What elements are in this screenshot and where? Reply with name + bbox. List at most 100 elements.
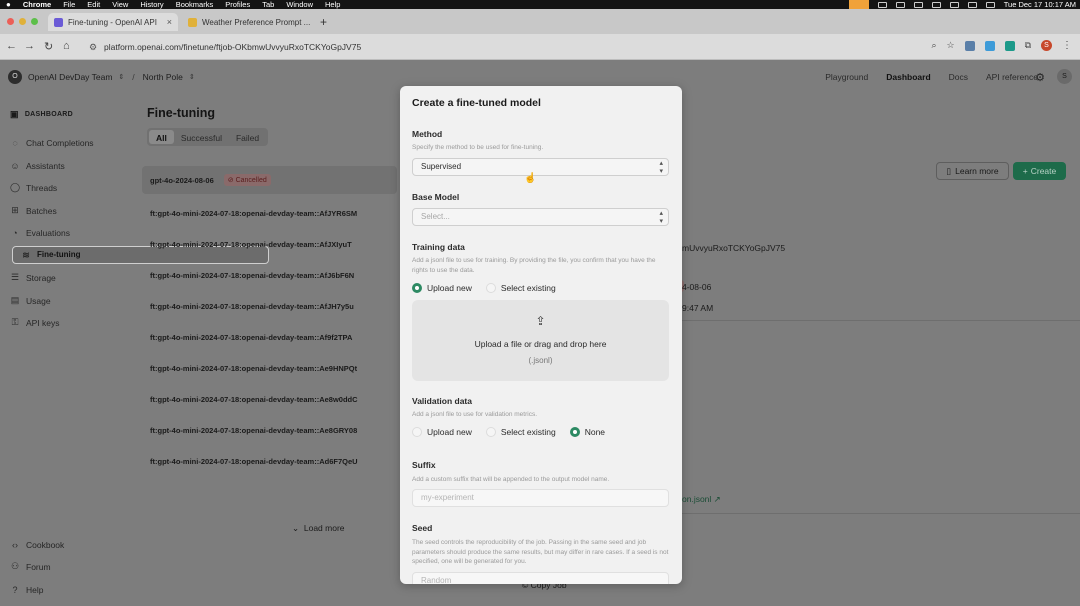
puzzle-icon[interactable]: ⧉	[1025, 40, 1031, 51]
close-tab-icon[interactable]: ×	[167, 17, 172, 27]
radio-unselected	[412, 427, 422, 437]
menu-file[interactable]: File	[63, 0, 75, 9]
job-row[interactable]: ft:gpt-4o-mini-2024-07-18:openai-devday-…	[142, 415, 397, 446]
extension-icon[interactable]	[1004, 40, 1015, 51]
menu-tab[interactable]: Tab	[262, 0, 274, 9]
settings-gear-icon[interactable]: ⚙	[1035, 71, 1045, 84]
breadcrumb-separator: /	[132, 72, 135, 82]
nav-docs[interactable]: Docs	[949, 72, 968, 82]
close-window-icon[interactable]	[7, 18, 14, 25]
new-tab-icon[interactable]: +	[320, 15, 327, 29]
menu-window[interactable]: Window	[286, 0, 313, 9]
sidebar-item-forum[interactable]: ⚇ Forum	[4, 557, 124, 576]
status-icon[interactable]	[895, 1, 905, 8]
method-select[interactable]: Supervised ▴ ▾	[412, 158, 669, 176]
sidebar-item-evaluations[interactable]: ◔ Evaluations	[4, 223, 124, 242]
job-row[interactable]: ft:gpt-4o-mini-2024-07-18:openai-devday-…	[142, 353, 397, 384]
sidebar-item-usage[interactable]: ▤ Usage	[4, 291, 124, 310]
base-model-select[interactable]: Select... ▴ ▾	[412, 208, 669, 226]
status-icon[interactable]	[913, 1, 923, 8]
back-icon[interactable]: ←	[6, 40, 17, 52]
suffix-help: Add a custom suffix that will be appende…	[412, 476, 610, 483]
more-icon[interactable]: ⋮	[1062, 40, 1072, 51]
filter-successful[interactable]: Successful	[174, 130, 229, 144]
page-title: Fine-tuning	[147, 106, 216, 120]
sidebar-item-threads[interactable]: ◯ Threads	[4, 178, 124, 197]
sidebar-item-label: Threads	[26, 182, 58, 193]
bookmark-star-icon[interactable]: ☆	[946, 40, 954, 51]
tab-fine-tuning[interactable]: Fine-tuning - OpenAI API ×	[48, 13, 178, 31]
dropzone-text: Upload a file or drag and drop here	[474, 339, 607, 349]
job-row[interactable]: ft:gpt-4o-mini-2024-07-18:openai-devday-…	[142, 229, 397, 260]
menu-view[interactable]: View	[112, 0, 128, 9]
reload-icon[interactable]: ↻	[44, 40, 53, 53]
home-icon[interactable]: ⌂	[63, 40, 70, 52]
job-row[interactable]: ft:gpt-4o-mini-2024-07-18:openai-devday-…	[142, 260, 397, 291]
project-name[interactable]: North Pole	[143, 72, 183, 82]
sidebar-item-batches[interactable]: ⊞ Batches	[4, 201, 124, 220]
job-row[interactable]: ft:gpt-4o-mini-2024-07-18:openai-devday-…	[142, 384, 397, 415]
sidebar-item-api-keys[interactable]: ⚿ API keys	[4, 313, 124, 332]
extension-icon[interactable]	[984, 40, 995, 51]
training-file-dropzone[interactable]: ⇪ Upload a file or drag and drop here (.…	[412, 300, 669, 381]
menu-help[interactable]: Help	[325, 0, 340, 9]
search-icon[interactable]	[985, 1, 995, 8]
apple-menu-icon[interactable]: ●	[6, 0, 11, 9]
zoom-icon[interactable]: ⌕	[931, 40, 936, 51]
minimize-window-icon[interactable]	[19, 18, 26, 25]
divider	[682, 513, 1080, 514]
site-settings-icon[interactable]: ⚙	[89, 38, 97, 56]
status-icon[interactable]	[931, 1, 941, 8]
job-row[interactable]: ft:gpt-4o-mini-2024-07-18:openai-devday-…	[142, 446, 397, 477]
training-upload-new-radio[interactable]: Upload new	[412, 283, 472, 293]
wifi-icon[interactable]	[967, 1, 977, 8]
learn-more-button[interactable]: ▯ Learn more	[936, 162, 1009, 180]
job-row[interactable]: ft:gpt-4o-mini-2024-07-18:openai-devday-…	[142, 198, 397, 229]
select-arrows-icon: ▴ ▾	[659, 160, 663, 175]
org-switcher[interactable]: O OpenAI DevDay Team ⇕ / North Pole ⇕	[8, 70, 195, 84]
validation-none-radio[interactable]: None	[569, 427, 605, 437]
sidebar-item-assistants[interactable]: ☺ Assistants	[4, 156, 124, 175]
zoom-window-icon[interactable]	[31, 18, 38, 25]
menu-bookmarks[interactable]: Bookmarks	[176, 0, 214, 9]
validation-select-existing-radio[interactable]: Select existing	[485, 427, 556, 437]
job-name: gpt-4o-2024-08-06	[150, 175, 214, 185]
base-model-label: Base Model	[412, 192, 460, 202]
nav-playground[interactable]: Playground	[825, 72, 868, 82]
user-avatar[interactable]: S	[1057, 69, 1072, 84]
status-icon[interactable]	[949, 1, 959, 8]
load-more-button[interactable]: ⌄ Load more	[292, 523, 345, 534]
sidebar-item-cookbook[interactable]: ‹› Cookbook	[4, 535, 124, 554]
create-button[interactable]: + Create	[1013, 162, 1066, 180]
seed-input[interactable]: Random	[412, 572, 669, 584]
menu-chrome[interactable]: Chrome	[23, 0, 51, 9]
training-select-existing-radio[interactable]: Select existing	[485, 283, 556, 293]
sidebar-item-help[interactable]: ? Help	[4, 580, 124, 599]
clock[interactable]: Tue Dec 17 10:17 AM	[1004, 0, 1076, 9]
batches-icon: ⊞	[11, 205, 19, 215]
menu-profiles[interactable]: Profiles	[225, 0, 250, 9]
profile-avatar[interactable]: S	[1041, 40, 1052, 51]
nav-api-reference[interactable]: API reference	[986, 72, 1038, 82]
recording-indicator-icon[interactable]	[848, 0, 869, 9]
job-row[interactable]: ft:gpt-4o-mini-2024-07-18:openai-devday-…	[142, 291, 397, 322]
status-icon[interactable]	[877, 1, 887, 8]
sidebar-item-chat-completions[interactable]: ◌ Chat Completions	[4, 133, 124, 152]
forward-icon[interactable]: →	[24, 40, 35, 52]
job-row[interactable]: ft:gpt-4o-mini-2024-07-18:openai-devday-…	[142, 322, 397, 353]
menu-history[interactable]: History	[140, 0, 163, 9]
tab-weather-prompt[interactable]: Weather Preference Prompt ... ×	[182, 13, 312, 31]
job-row[interactable]: gpt-4o-2024-08-06 ⊘ Cancelled	[142, 166, 397, 194]
address-bar[interactable]: ⚙ platform.openai.com/finetune/ftjob-OKb…	[86, 38, 946, 56]
suffix-label: Suffix	[412, 460, 436, 470]
training-file-link[interactable]: on.jsonl ↗	[682, 494, 721, 505]
nav-dashboard[interactable]: Dashboard	[886, 72, 930, 82]
validation-upload-new-radio[interactable]: Upload new	[412, 427, 472, 437]
extension-icon[interactable]	[964, 40, 975, 51]
suffix-input[interactable]: my-experiment	[412, 489, 669, 507]
filter-all[interactable]: All	[149, 130, 174, 144]
sidebar-item-storage[interactable]: ☰ Storage	[4, 268, 124, 287]
doc-favicon-icon	[188, 17, 197, 27]
menu-edit[interactable]: Edit	[87, 0, 100, 9]
filter-failed[interactable]: Failed	[229, 130, 266, 144]
